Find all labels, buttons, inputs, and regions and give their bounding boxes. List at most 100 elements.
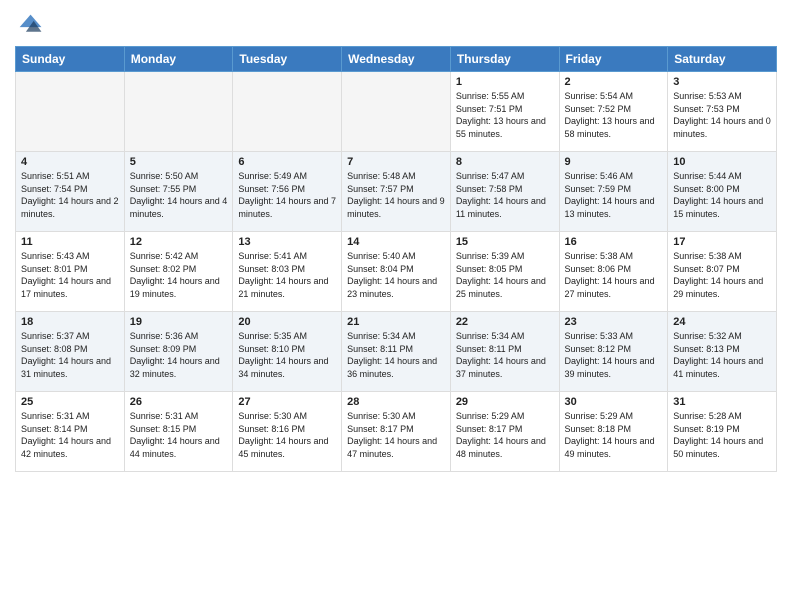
day-number: 27 — [238, 396, 336, 408]
calendar-cell: 27 Sunrise: 5:30 AM Sunset: 8:16 PM Dayl… — [233, 392, 342, 472]
calendar: SundayMondayTuesdayWednesdayThursdayFrid… — [15, 46, 777, 472]
day-info: Sunrise: 5:30 AM Sunset: 8:16 PM Dayligh… — [238, 410, 336, 460]
day-number: 31 — [673, 396, 771, 408]
weekday-header-saturday: Saturday — [668, 47, 777, 72]
day-number: 7 — [347, 156, 445, 168]
day-number: 3 — [673, 76, 771, 88]
week-row-5: 25 Sunrise: 5:31 AM Sunset: 8:14 PM Dayl… — [16, 392, 777, 472]
calendar-cell: 24 Sunrise: 5:32 AM Sunset: 8:13 PM Dayl… — [668, 312, 777, 392]
day-number: 23 — [565, 316, 663, 328]
calendar-cell: 25 Sunrise: 5:31 AM Sunset: 8:14 PM Dayl… — [16, 392, 125, 472]
week-row-4: 18 Sunrise: 5:37 AM Sunset: 8:08 PM Dayl… — [16, 312, 777, 392]
day-number: 11 — [21, 236, 119, 248]
day-info: Sunrise: 5:31 AM Sunset: 8:15 PM Dayligh… — [130, 410, 228, 460]
weekday-header-sunday: Sunday — [16, 47, 125, 72]
day-info: Sunrise: 5:28 AM Sunset: 8:19 PM Dayligh… — [673, 410, 771, 460]
calendar-cell: 6 Sunrise: 5:49 AM Sunset: 7:56 PM Dayli… — [233, 152, 342, 232]
calendar-cell: 17 Sunrise: 5:38 AM Sunset: 8:07 PM Dayl… — [668, 232, 777, 312]
weekday-header-monday: Monday — [124, 47, 233, 72]
day-number: 12 — [130, 236, 228, 248]
day-info: Sunrise: 5:29 AM Sunset: 8:18 PM Dayligh… — [565, 410, 663, 460]
day-number: 5 — [130, 156, 228, 168]
day-number: 16 — [565, 236, 663, 248]
week-row-3: 11 Sunrise: 5:43 AM Sunset: 8:01 PM Dayl… — [16, 232, 777, 312]
day-info: Sunrise: 5:37 AM Sunset: 8:08 PM Dayligh… — [21, 330, 119, 380]
calendar-cell: 21 Sunrise: 5:34 AM Sunset: 8:11 PM Dayl… — [342, 312, 451, 392]
calendar-cell: 11 Sunrise: 5:43 AM Sunset: 8:01 PM Dayl… — [16, 232, 125, 312]
calendar-cell: 22 Sunrise: 5:34 AM Sunset: 8:11 PM Dayl… — [450, 312, 559, 392]
weekday-header-thursday: Thursday — [450, 47, 559, 72]
week-row-1: 1 Sunrise: 5:55 AM Sunset: 7:51 PM Dayli… — [16, 72, 777, 152]
logo — [15, 10, 47, 38]
day-number: 30 — [565, 396, 663, 408]
day-info: Sunrise: 5:54 AM Sunset: 7:52 PM Dayligh… — [565, 90, 663, 140]
day-number: 26 — [130, 396, 228, 408]
day-number: 15 — [456, 236, 554, 248]
calendar-cell: 28 Sunrise: 5:30 AM Sunset: 8:17 PM Dayl… — [342, 392, 451, 472]
day-number: 22 — [456, 316, 554, 328]
calendar-cell — [233, 72, 342, 152]
page: SundayMondayTuesdayWednesdayThursdayFrid… — [0, 0, 792, 482]
weekday-header-tuesday: Tuesday — [233, 47, 342, 72]
weekday-header-friday: Friday — [559, 47, 668, 72]
calendar-cell: 10 Sunrise: 5:44 AM Sunset: 8:00 PM Dayl… — [668, 152, 777, 232]
calendar-cell: 20 Sunrise: 5:35 AM Sunset: 8:10 PM Dayl… — [233, 312, 342, 392]
day-info: Sunrise: 5:55 AM Sunset: 7:51 PM Dayligh… — [456, 90, 554, 140]
calendar-cell — [342, 72, 451, 152]
week-row-2: 4 Sunrise: 5:51 AM Sunset: 7:54 PM Dayli… — [16, 152, 777, 232]
calendar-cell: 4 Sunrise: 5:51 AM Sunset: 7:54 PM Dayli… — [16, 152, 125, 232]
day-number: 28 — [347, 396, 445, 408]
day-number: 29 — [456, 396, 554, 408]
day-info: Sunrise: 5:32 AM Sunset: 8:13 PM Dayligh… — [673, 330, 771, 380]
weekday-header-row: SundayMondayTuesdayWednesdayThursdayFrid… — [16, 47, 777, 72]
calendar-cell: 18 Sunrise: 5:37 AM Sunset: 8:08 PM Dayl… — [16, 312, 125, 392]
calendar-cell: 12 Sunrise: 5:42 AM Sunset: 8:02 PM Dayl… — [124, 232, 233, 312]
day-number: 20 — [238, 316, 336, 328]
day-info: Sunrise: 5:34 AM Sunset: 8:11 PM Dayligh… — [347, 330, 445, 380]
day-info: Sunrise: 5:29 AM Sunset: 8:17 PM Dayligh… — [456, 410, 554, 460]
header — [15, 10, 777, 38]
day-number: 1 — [456, 76, 554, 88]
calendar-cell: 16 Sunrise: 5:38 AM Sunset: 8:06 PM Dayl… — [559, 232, 668, 312]
day-number: 13 — [238, 236, 336, 248]
day-info: Sunrise: 5:44 AM Sunset: 8:00 PM Dayligh… — [673, 170, 771, 220]
day-info: Sunrise: 5:47 AM Sunset: 7:58 PM Dayligh… — [456, 170, 554, 220]
day-number: 6 — [238, 156, 336, 168]
day-info: Sunrise: 5:34 AM Sunset: 8:11 PM Dayligh… — [456, 330, 554, 380]
day-info: Sunrise: 5:33 AM Sunset: 8:12 PM Dayligh… — [565, 330, 663, 380]
calendar-cell: 2 Sunrise: 5:54 AM Sunset: 7:52 PM Dayli… — [559, 72, 668, 152]
calendar-cell: 29 Sunrise: 5:29 AM Sunset: 8:17 PM Dayl… — [450, 392, 559, 472]
day-number: 2 — [565, 76, 663, 88]
day-number: 8 — [456, 156, 554, 168]
day-number: 25 — [21, 396, 119, 408]
day-info: Sunrise: 5:43 AM Sunset: 8:01 PM Dayligh… — [21, 250, 119, 300]
day-number: 18 — [21, 316, 119, 328]
calendar-cell: 26 Sunrise: 5:31 AM Sunset: 8:15 PM Dayl… — [124, 392, 233, 472]
day-number: 14 — [347, 236, 445, 248]
day-info: Sunrise: 5:31 AM Sunset: 8:14 PM Dayligh… — [21, 410, 119, 460]
day-number: 24 — [673, 316, 771, 328]
day-info: Sunrise: 5:51 AM Sunset: 7:54 PM Dayligh… — [21, 170, 119, 220]
day-number: 4 — [21, 156, 119, 168]
calendar-cell: 3 Sunrise: 5:53 AM Sunset: 7:53 PM Dayli… — [668, 72, 777, 152]
day-info: Sunrise: 5:35 AM Sunset: 8:10 PM Dayligh… — [238, 330, 336, 380]
day-info: Sunrise: 5:38 AM Sunset: 8:07 PM Dayligh… — [673, 250, 771, 300]
day-info: Sunrise: 5:48 AM Sunset: 7:57 PM Dayligh… — [347, 170, 445, 220]
day-number: 19 — [130, 316, 228, 328]
calendar-cell: 1 Sunrise: 5:55 AM Sunset: 7:51 PM Dayli… — [450, 72, 559, 152]
day-number: 10 — [673, 156, 771, 168]
calendar-cell — [124, 72, 233, 152]
calendar-cell: 7 Sunrise: 5:48 AM Sunset: 7:57 PM Dayli… — [342, 152, 451, 232]
calendar-cell: 31 Sunrise: 5:28 AM Sunset: 8:19 PM Dayl… — [668, 392, 777, 472]
logo-icon — [15, 10, 43, 38]
day-info: Sunrise: 5:38 AM Sunset: 8:06 PM Dayligh… — [565, 250, 663, 300]
day-info: Sunrise: 5:53 AM Sunset: 7:53 PM Dayligh… — [673, 90, 771, 140]
calendar-cell: 23 Sunrise: 5:33 AM Sunset: 8:12 PM Dayl… — [559, 312, 668, 392]
day-info: Sunrise: 5:40 AM Sunset: 8:04 PM Dayligh… — [347, 250, 445, 300]
day-info: Sunrise: 5:42 AM Sunset: 8:02 PM Dayligh… — [130, 250, 228, 300]
day-info: Sunrise: 5:36 AM Sunset: 8:09 PM Dayligh… — [130, 330, 228, 380]
calendar-cell: 9 Sunrise: 5:46 AM Sunset: 7:59 PM Dayli… — [559, 152, 668, 232]
calendar-cell: 15 Sunrise: 5:39 AM Sunset: 8:05 PM Dayl… — [450, 232, 559, 312]
day-info: Sunrise: 5:41 AM Sunset: 8:03 PM Dayligh… — [238, 250, 336, 300]
weekday-header-wednesday: Wednesday — [342, 47, 451, 72]
